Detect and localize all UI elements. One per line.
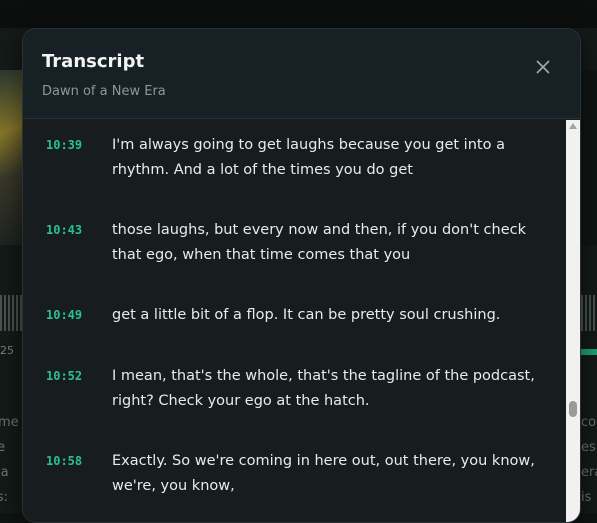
background-text-line: es [581, 440, 596, 455]
transcript-text: Exactly. So we're coming in here out, ou… [112, 453, 535, 494]
modal-title: Transcript [42, 51, 145, 72]
close-icon [536, 60, 550, 74]
transcript-scrollbar[interactable] [566, 120, 580, 522]
background-waveform-right [581, 295, 597, 331]
timestamp-link[interactable]: 10:39 [46, 138, 82, 152]
background-waveform-left [0, 295, 22, 331]
background-text-line: co [581, 415, 597, 430]
transcript-body[interactable]: 10:39 I'm always going to get laughs bec… [23, 120, 580, 522]
background-text-right: co es era is [581, 410, 597, 513]
timestamp-link[interactable]: 10:43 [46, 223, 82, 237]
timestamp-link[interactable]: 10:52 [46, 369, 82, 383]
background-right-panel [581, 70, 597, 245]
background-top-bar [0, 0, 597, 28]
transcript-text: get a little bit of a flop. It can be pr… [112, 307, 501, 323]
scroll-up-arrow-icon[interactable] [569, 123, 577, 129]
background-text-line: wa [0, 465, 9, 480]
transcript-text: those laughs, but every now and then, if… [112, 222, 526, 263]
modal-header: Transcript Dawn of a New Era [23, 29, 580, 119]
timestamp-link[interactable]: 10:49 [46, 308, 82, 322]
episode-title: Dawn of a New Era [42, 84, 166, 99]
background-text-line: ke [0, 440, 6, 455]
background-text-line: ome [0, 415, 19, 430]
scrollbar-thumb[interactable] [569, 401, 577, 417]
transcript-text: I'm always going to get laughs because y… [112, 137, 505, 178]
background-text-line: era [581, 465, 597, 480]
transcript-text: I mean, that's the whole, that's the tag… [112, 368, 535, 409]
background-time-readout: 25 [0, 344, 14, 357]
background-text-left: ome ke wa ss: [0, 410, 22, 513]
background-podcast-artwork [0, 70, 22, 245]
background-text-line: ss: [0, 490, 8, 505]
timestamp-link[interactable]: 10:58 [46, 454, 82, 468]
transcript-modal: Transcript Dawn of a New Era 10:39 I'm a… [22, 28, 581, 523]
close-button[interactable] [530, 54, 556, 80]
background-progress-bar [581, 349, 597, 355]
background-text-line: is [581, 490, 592, 505]
